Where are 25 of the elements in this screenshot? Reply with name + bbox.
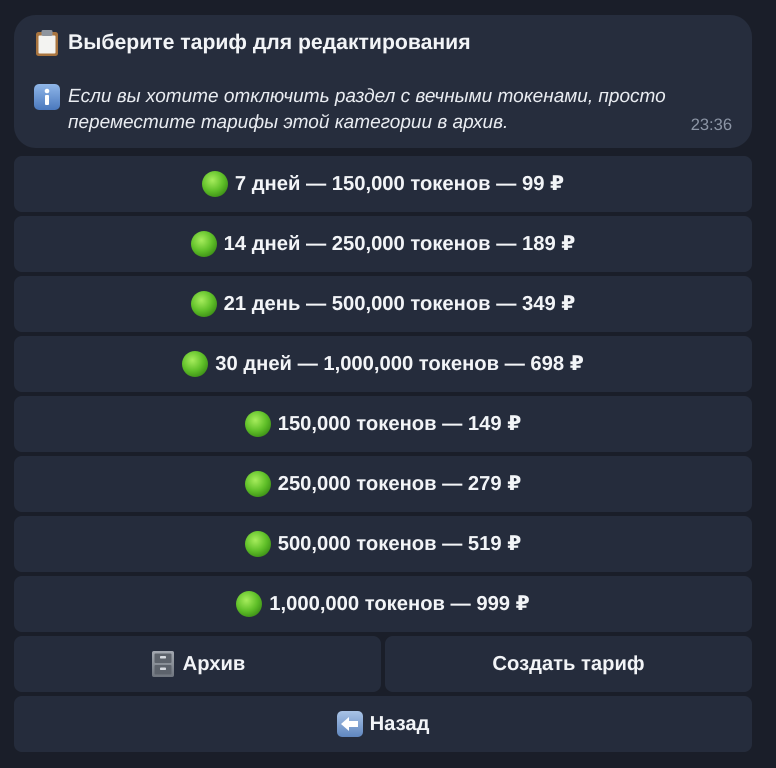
dot-icon: [202, 171, 228, 197]
message-time: 23:36: [690, 115, 733, 136]
tariff-button[interactable]: 30 дней — 1,000,000 токенов — 698 ₽: [14, 336, 752, 392]
tariff-button[interactable]: 500,000 токенов — 519 ₽: [14, 516, 752, 572]
dot-icon: [236, 591, 262, 617]
dot-icon: [244, 471, 271, 497]
tariff-button[interactable]: 7 дней — 150,000 токенов — 99 ₽: [14, 156, 752, 212]
info-icon: [34, 84, 60, 110]
tariff-button[interactable]: 1,000,000 токенов — 999 ₽: [14, 576, 752, 632]
tariff-button[interactable]: 150,000 токенов — 149 ₽: [14, 396, 752, 452]
create-tariff-button[interactable]: Создать тариф: [385, 636, 752, 692]
archive-button[interactable]: Архив: [14, 636, 381, 692]
dot-icon: [244, 411, 271, 437]
clipboard-icon: [34, 30, 60, 56]
back-button[interactable]: Назад: [14, 696, 752, 752]
tariff-button[interactable]: 14 дней — 250,000 токенов — 189 ₽: [14, 216, 752, 272]
tariff-button[interactable]: 21 день — 500,000 токенов — 349 ₽: [14, 276, 752, 332]
message-text: Если вы хотите отключить раздел с вечными токенами, просто переместите тарифы этой категории в архив.: [68, 86, 666, 133]
dot-icon: [244, 531, 271, 557]
message-title: Выберите тариф для редактирования: [68, 30, 471, 56]
dot-icon: [190, 231, 217, 257]
dot-icon: [190, 291, 217, 317]
tariff-button[interactable]: 250,000 токенов — 279 ₽: [14, 456, 752, 512]
dot-icon: [182, 351, 208, 377]
file-cabinet-icon: [150, 651, 176, 677]
